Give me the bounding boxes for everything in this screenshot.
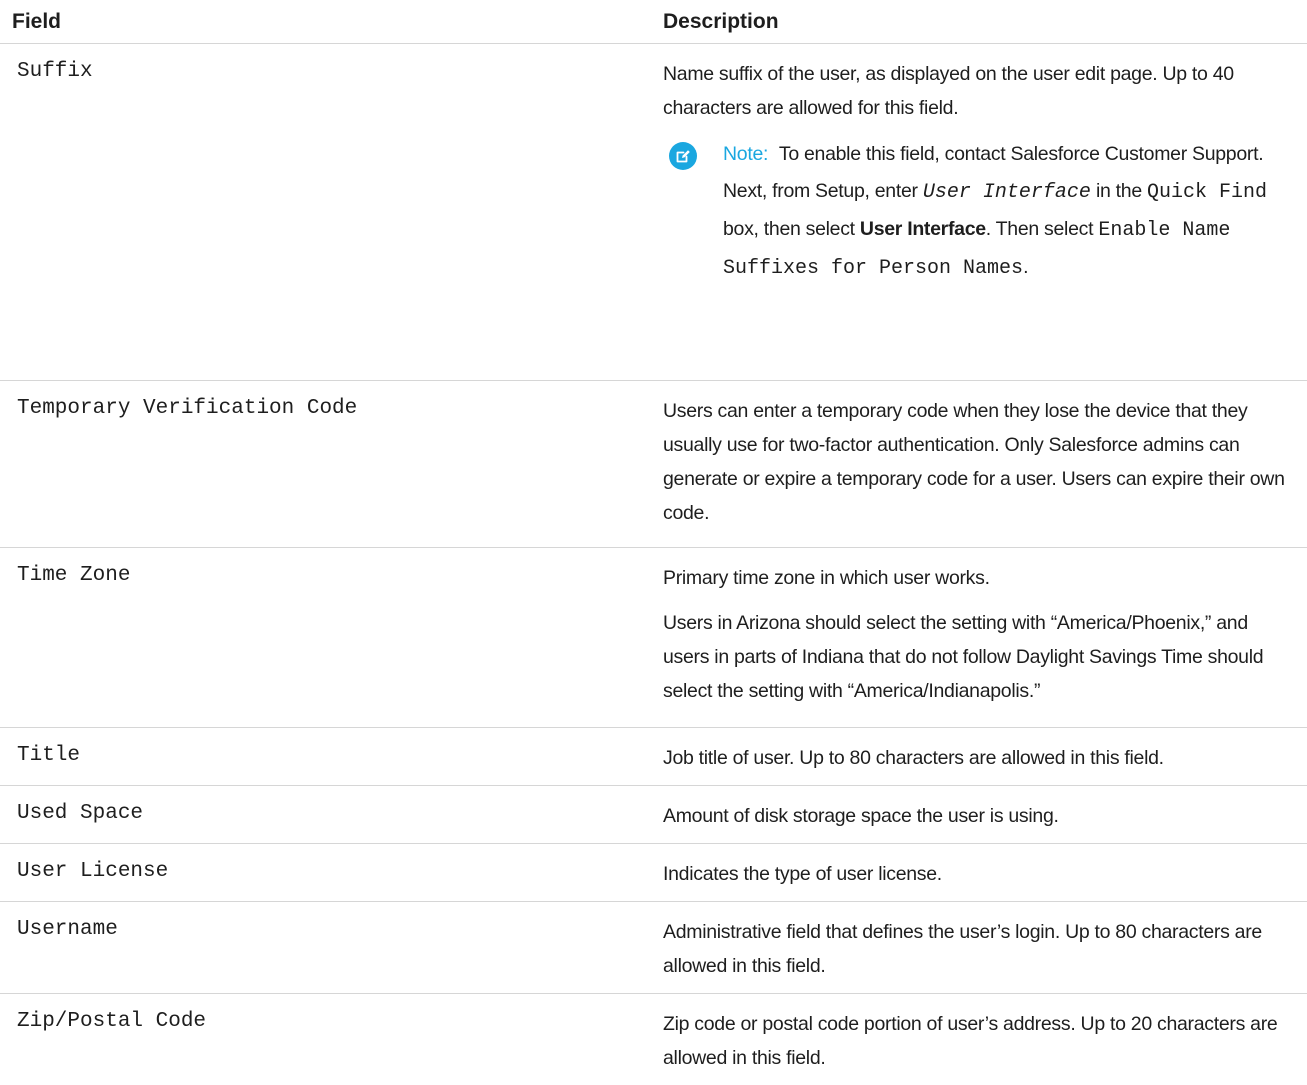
field-description-table: Field Description Suffix Name suffix of … [0,0,1307,1085]
table-row: Time Zone Primary time zone in which use… [0,548,1307,728]
edit-note-icon [669,142,697,170]
field-name: Title [0,728,651,786]
field-description: Indicates the type of user license. [651,844,1307,902]
description-paragraph: Name suffix of the user, as displayed on… [663,57,1295,125]
note-label: Note: [723,143,768,165]
table-row: Suffix Name suffix of the user, as displ… [0,44,1307,381]
note-text: box, then select [723,218,855,240]
table-header-row: Field Description [0,0,1307,44]
field-description: Job title of user. Up to 80 characters a… [651,728,1307,786]
description-paragraph: Administrative field that defines the us… [663,915,1295,983]
note-text: . [1023,256,1028,278]
field-description: Amount of disk storage space the user is… [651,786,1307,844]
field-name: Username [0,902,651,994]
table-row: User License Indicates the type of user … [0,844,1307,902]
description-paragraph: Amount of disk storage space the user is… [663,799,1295,833]
field-description: Administrative field that defines the us… [651,902,1307,994]
header-field: Field [0,0,651,44]
table-row: Zip/Postal Code Zip code or postal code … [0,994,1307,1085]
description-paragraph: Job title of user. Up to 80 characters a… [663,741,1295,775]
description-paragraph: Users in Arizona should select the setti… [663,606,1295,708]
field-name: Temporary Verification Code [0,381,651,548]
table-row: Temporary Verification Code Users can en… [0,381,1307,548]
note-code: Quick Find [1147,181,1267,204]
field-name: Zip/Postal Code [0,994,651,1085]
description-paragraph: Indicates the type of user license. [663,857,1295,891]
table-row: Title Job title of user. Up to 80 charac… [0,728,1307,786]
field-name: Used Space [0,786,651,844]
note-code: User Interface [923,181,1091,204]
note-text: . Then select [986,218,1093,240]
field-name: User License [0,844,651,902]
field-description: Zip code or postal code portion of user’… [651,994,1307,1085]
field-description: Primary time zone in which user works. U… [651,548,1307,728]
field-name: Suffix [0,44,651,381]
field-name: Time Zone [0,548,651,728]
description-paragraph: Users can enter a temporary code when th… [663,394,1295,530]
note-bold: User Interface [860,218,986,240]
note-text: in the [1096,180,1142,202]
header-description: Description [651,0,1307,44]
table-row: Used Space Amount of disk storage space … [0,786,1307,844]
note-callout: Note: To enable this field, contact Sale… [663,136,1295,287]
field-description: Users can enter a temporary code when th… [651,381,1307,548]
description-paragraph: Primary time zone in which user works. [663,561,1295,595]
description-paragraph: Zip code or postal code portion of user’… [663,1007,1295,1075]
field-description: Name suffix of the user, as displayed on… [651,44,1307,381]
table-row: Username Administrative field that defin… [0,902,1307,994]
